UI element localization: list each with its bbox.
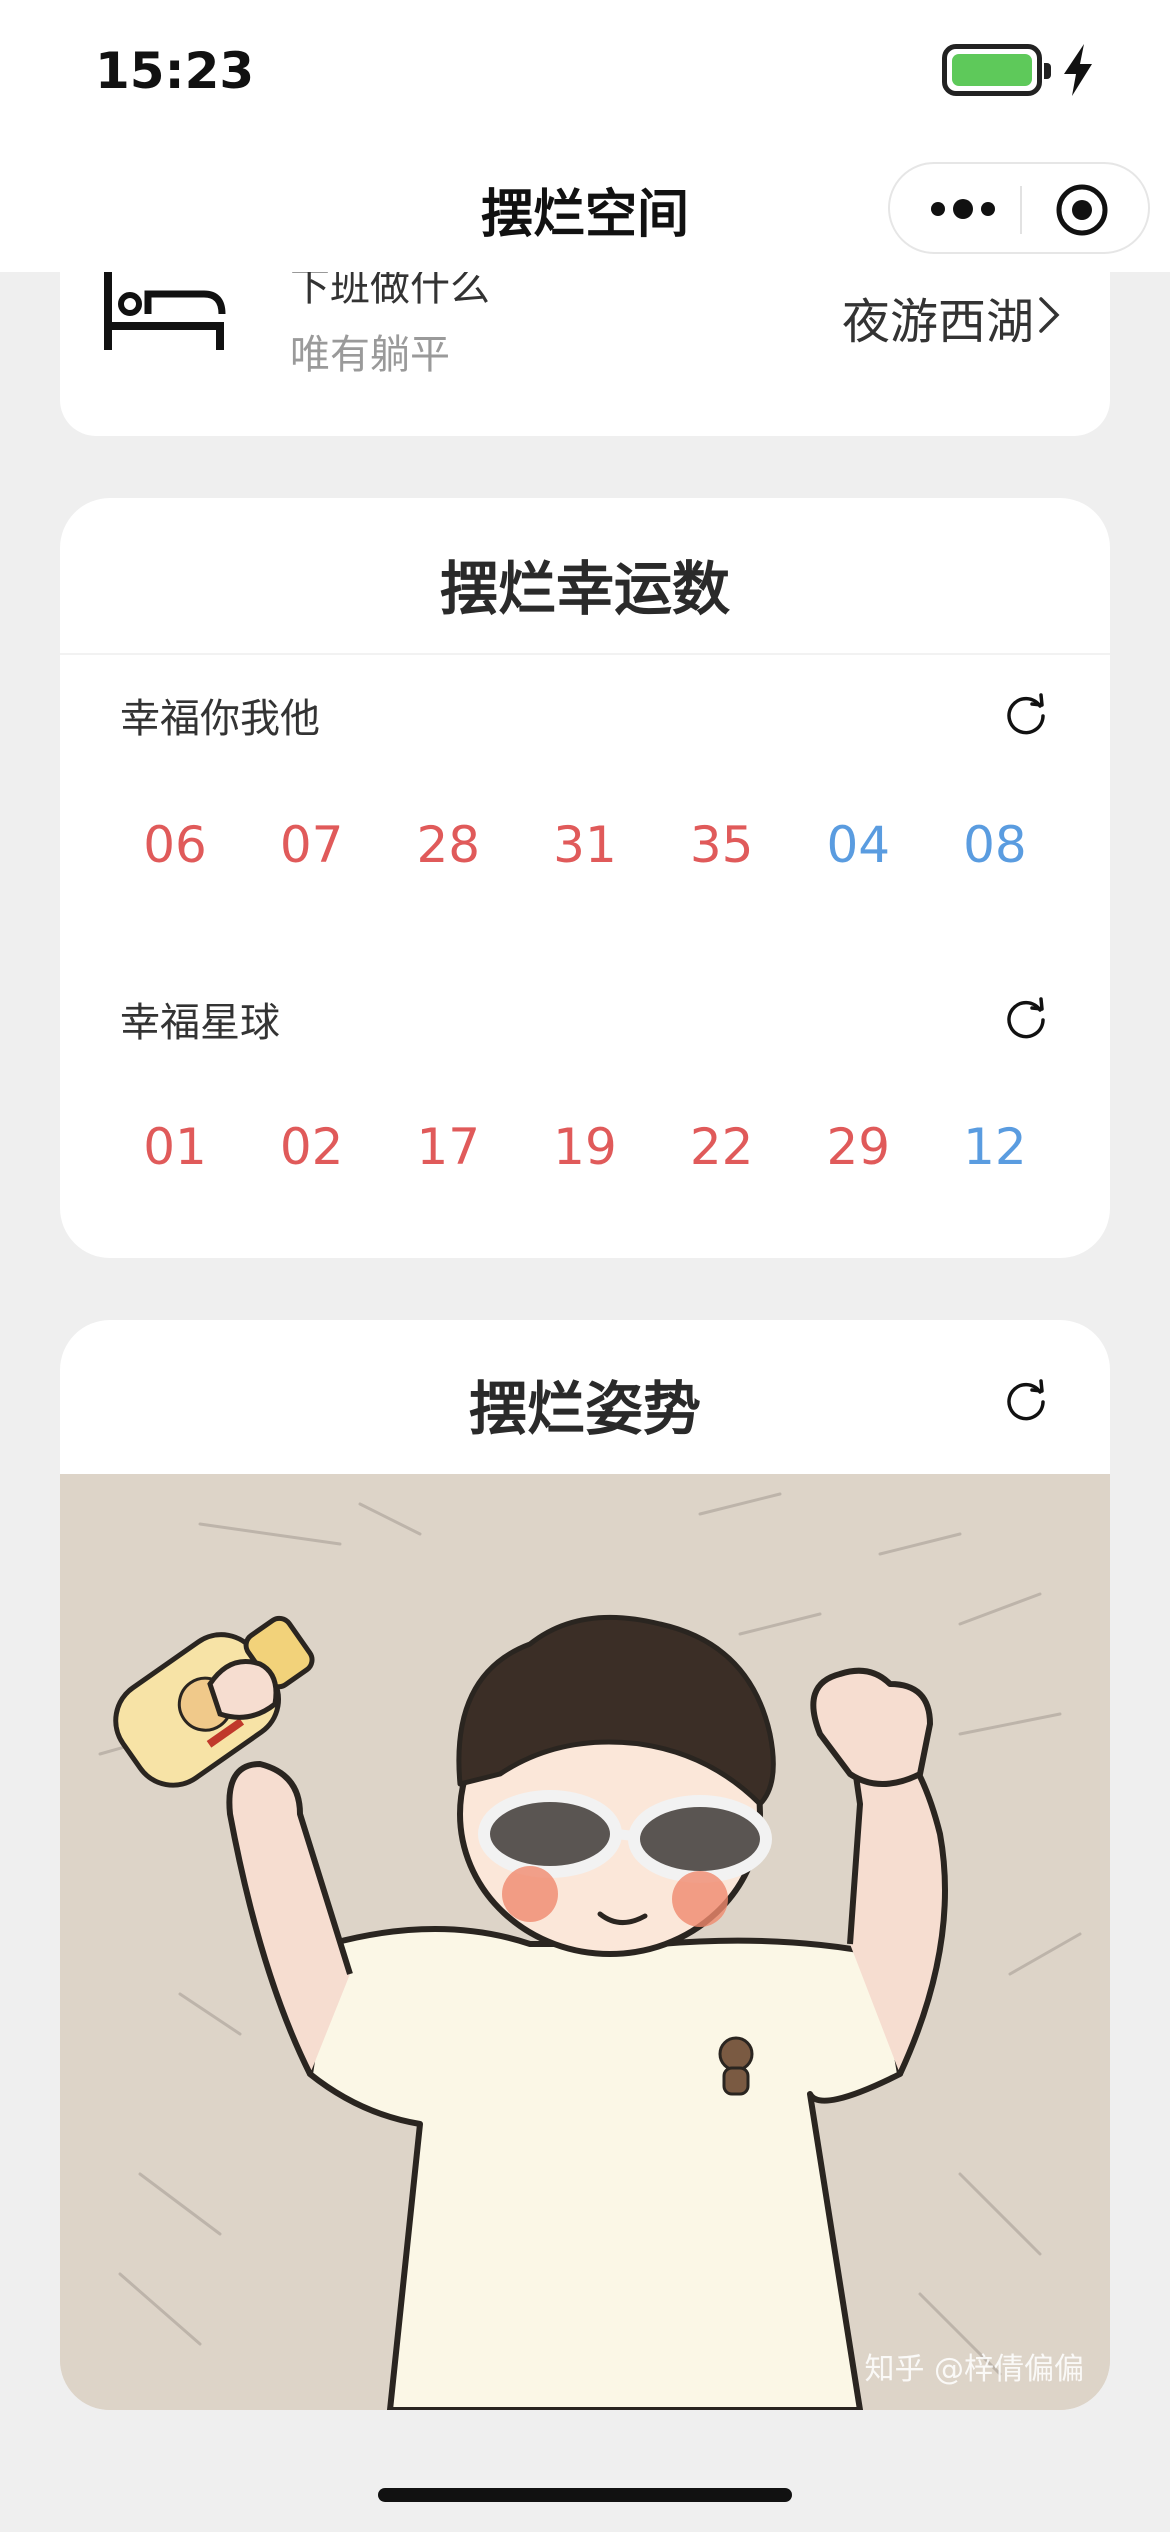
lucky-number: 07 [279,816,344,874]
lucky-number-special: 12 [963,1118,1027,1176]
watermark: 知乎 @梓倩偏偏 [864,2352,1084,2387]
lucky-title: 摆烂幸运数 [439,555,730,623]
lucky-number-special: 08 [963,816,1027,874]
lucky-numbers-card: 摆烂幸运数 幸福你我他 06 07 28 31 35 04 08 幸福星球 01… [60,498,1110,1258]
lucky-number: 19 [553,1118,617,1176]
page: 下班做什么 唯有躺平 夜游西湖 15:23 摆烂空间 摆烂幸运数 幸福你我他 0… [0,0,1170,2532]
lucky-number-special: 04 [826,816,891,874]
charging-icon [1064,44,1092,96]
status-time: 15:23 [95,42,255,100]
pose-card: 摆烂姿势 知乎 @梓倩偏偏 [60,1320,1110,2410]
lucky-number: 35 [689,816,754,874]
refresh-icon[interactable] [1002,690,1050,738]
lying-person-illustration [60,1474,1110,2410]
close-target-icon[interactable] [1054,182,1110,238]
top-bar: 15:23 摆烂空间 [0,0,1170,272]
mini-program-capsule [888,162,1150,254]
more-icon[interactable] [926,184,1000,234]
capsule-divider [1020,186,1022,234]
refresh-icon[interactable] [1002,1376,1050,1424]
battery-icon [942,44,1051,96]
pose-title: 摆烂姿势 [468,1375,701,1443]
divider [60,653,1110,655]
lucky-number: 29 [826,1118,891,1176]
lucky-number: 06 [143,816,207,874]
home-indicator[interactable] [378,2488,792,2502]
lucky-number: 31 [553,816,617,874]
numbers-row-planet: 01 02 17 19 22 29 12 [120,1118,1050,1176]
lucky-number: 28 [416,816,481,874]
lucky-number: 17 [416,1118,481,1176]
group-label-happiness: 幸福你我他 [120,696,320,742]
lucky-number: 01 [143,1118,207,1176]
lucky-number: 02 [279,1118,344,1176]
pose-illustration: 知乎 @梓倩偏偏 [60,1474,1110,2410]
group-label-planet: 幸福星球 [120,1000,280,1046]
refresh-icon[interactable] [1002,994,1050,1042]
night-tour-link[interactable]: 夜游西湖 [842,282,1034,352]
lucky-number: 22 [689,1118,754,1176]
bed-icon [104,270,226,350]
chevron-right-icon [1039,297,1060,333]
card-line-lie-flat: 唯有躺平 [290,332,450,378]
numbers-row-happiness: 06 07 28 31 35 04 08 [120,816,1050,874]
